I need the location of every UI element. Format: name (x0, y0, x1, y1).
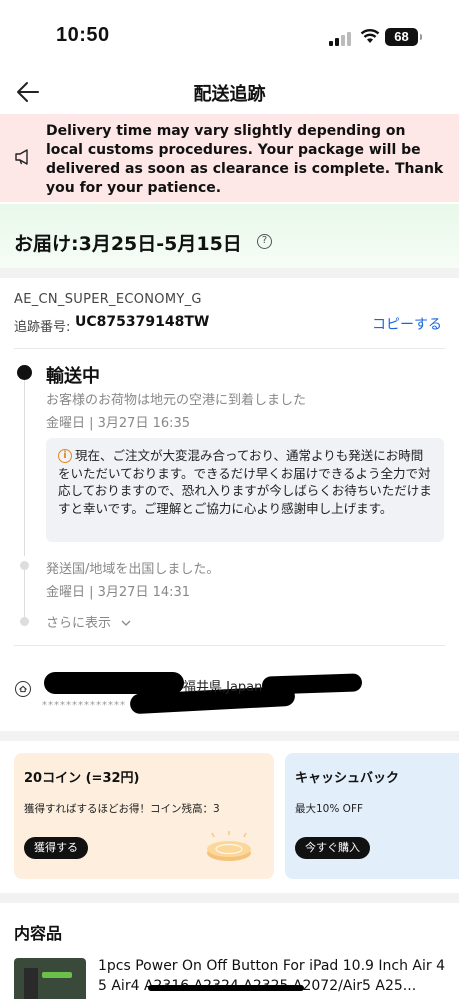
divider (14, 645, 445, 646)
delay-info-box: 現在、ご注文が大変混み合っており、通常よりも発送にお時間をいただいております。で… (46, 438, 444, 542)
coin-icon (207, 831, 251, 861)
redaction-mark (261, 673, 363, 695)
nav-bar: 配送追跡 (0, 72, 459, 112)
delivery-estimate: お届け:3月25日-5月15日 (14, 233, 242, 255)
home-indicator (148, 985, 304, 991)
product-image-part (42, 972, 72, 978)
coin-promo-title: 20コイン (=32円) (24, 771, 140, 786)
coin-promo-subtitle: 獲得すればするほどお得！コイン残高：3 (24, 803, 220, 815)
redaction-mark (44, 672, 184, 694)
delivery-estimate-section: お届け:3月25日-5月15日 ? (0, 204, 459, 268)
timeline-dot-current (17, 365, 32, 380)
copy-button[interactable]: コピーする (372, 314, 442, 334)
help-icon[interactable]: ? (257, 234, 272, 249)
cashback-promo-subtitle: 最大10% OFF (295, 803, 364, 815)
tracking-number-label: 追跡番号: (14, 320, 71, 335)
cashback-promo-card[interactable]: キャッシュバック 最大10% OFF 今すぐ購入 (285, 753, 459, 879)
page-title: 配送追跡 (193, 84, 266, 105)
address-text: 福井県,Japan (183, 680, 263, 695)
section-divider (0, 893, 459, 903)
divider (14, 348, 445, 349)
coin-promo-card[interactable]: 20コイン (=32円) 獲得すればするほどお得！コイン残高：3 獲得する (14, 753, 274, 879)
event-time: 金曜日 | 3月27日 14:31 (46, 585, 191, 600)
status-bar: 10:50 68 (0, 0, 459, 72)
notice-text: Delivery time may vary slightly dependin… (46, 123, 444, 196)
chevron-down-icon (121, 620, 131, 626)
info-icon: i (58, 449, 72, 463)
contents-title: 内容品 (14, 924, 63, 943)
show-more-button[interactable]: さらに表示 (46, 612, 131, 631)
wifi-icon (360, 29, 380, 43)
customs-notice-banner: Delivery time may vary slightly dependin… (0, 114, 459, 202)
signal-icon (329, 32, 351, 46)
product-thumbnail[interactable] (14, 958, 86, 999)
current-status: 輸送中 (46, 366, 100, 387)
megaphone-icon (15, 149, 28, 165)
current-status-desc: お客様のお荷物は地元の空港に到着しました (46, 393, 307, 408)
section-divider (0, 731, 459, 741)
section-divider (0, 268, 459, 278)
buy-now-button[interactable]: 今すぐ購入 (295, 837, 370, 859)
earn-coins-button[interactable]: 獲得する (24, 837, 88, 859)
show-more-label: さらに表示 (46, 616, 112, 631)
current-status-time: 金曜日 | 3月27日 16:35 (46, 416, 191, 431)
event-desc: 発送国/地域を出国しました。 (46, 562, 220, 577)
carrier-name: AE_CN_SUPER_ECONOMY_G (14, 292, 202, 307)
cashback-promo-title: キャッシュバック (295, 771, 400, 786)
timeline-dot (20, 617, 29, 626)
status-time: 10:50 (56, 24, 110, 46)
product-image-part (24, 968, 38, 999)
timeline-dot (20, 561, 29, 570)
delay-info-text: 現在、ご注文が大変混み合っており、通常よりも発送にお時間をいただいております。で… (58, 448, 432, 516)
tracking-number: UC875379148TW (75, 314, 210, 330)
timeline-line (24, 570, 25, 618)
address-masked: ************** (42, 700, 126, 711)
battery-icon: 68 (385, 28, 422, 46)
timeline-line (24, 380, 25, 556)
home-icon (15, 681, 31, 697)
